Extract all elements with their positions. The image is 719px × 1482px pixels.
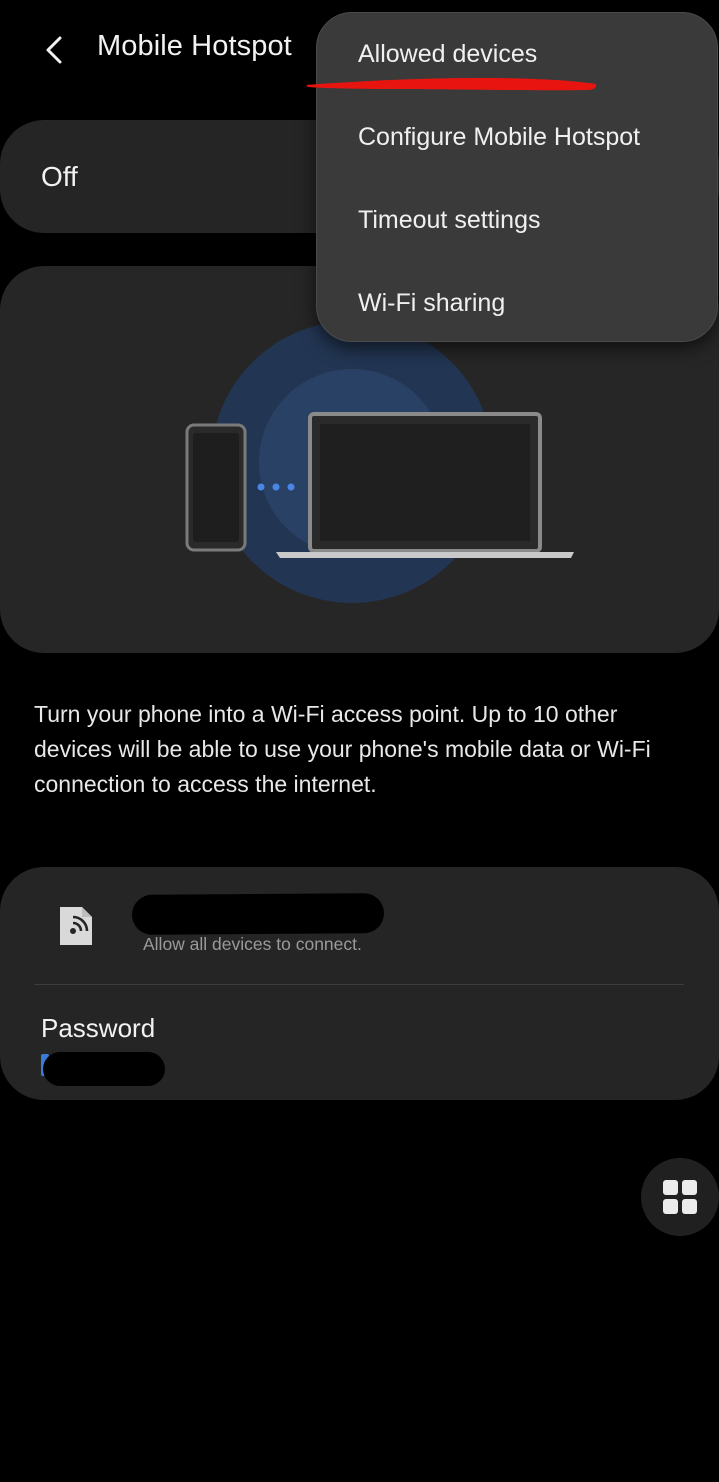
- back-button[interactable]: [32, 22, 76, 78]
- laptop-icon: [276, 412, 574, 558]
- phone-icon: [185, 423, 247, 552]
- chevron-left-icon: [46, 36, 62, 64]
- menu-item-label: Allowed devices: [358, 40, 538, 68]
- password-value[interactable]: [41, 1048, 165, 1086]
- password-label: Password: [41, 1013, 156, 1043]
- grid-icon: [663, 1180, 697, 1214]
- hotspot-device-icon: [60, 907, 92, 945]
- menu-item-timeout-settings[interactable]: Timeout settings: [317, 179, 719, 262]
- grid-button[interactable]: [641, 1158, 719, 1236]
- connection-dots-icon: [257, 483, 295, 491]
- hotspot-toggle-label: Off: [41, 161, 78, 192]
- network-subtitle: Allow all devices to connect.: [143, 934, 362, 954]
- overflow-menu: Allowed devices Configure Mobile Hotspot…: [316, 12, 718, 342]
- hotspot-description: Turn your phone into a Wi-Fi access poin…: [34, 701, 651, 797]
- network-name-redaction: [131, 893, 385, 935]
- menu-item-label: Configure Mobile Hotspot: [358, 123, 641, 151]
- page-title: Mobile Hotspot: [97, 30, 292, 62]
- red-underline-annotation: [306, 78, 597, 91]
- menu-item-wifi-sharing[interactable]: Wi-Fi sharing: [317, 262, 719, 345]
- menu-item-label: Timeout settings: [358, 206, 541, 234]
- menu-item-configure-hotspot[interactable]: Configure Mobile Hotspot: [317, 96, 719, 179]
- menu-item-label: Wi-Fi sharing: [358, 289, 506, 317]
- password-redaction: [43, 1052, 165, 1086]
- divider: [34, 984, 684, 985]
